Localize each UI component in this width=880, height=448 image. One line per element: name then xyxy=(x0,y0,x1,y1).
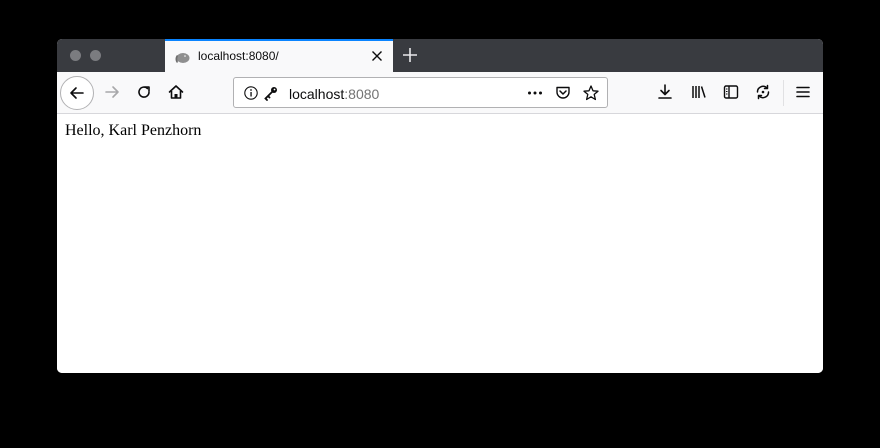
sidebar-icon xyxy=(722,83,740,101)
reload-icon xyxy=(135,83,153,101)
download-icon xyxy=(656,83,674,101)
key-icon[interactable] xyxy=(263,85,279,101)
menu-button[interactable] xyxy=(788,77,818,107)
page-content: Hello, Karl Penzhorn xyxy=(57,115,823,373)
page-actions-icon[interactable] xyxy=(526,84,544,102)
reload-button[interactable] xyxy=(129,77,159,107)
new-tab-plus-icon[interactable] xyxy=(401,46,419,64)
navigation-toolbar: localhost:8080 xyxy=(57,72,823,114)
back-button[interactable] xyxy=(60,76,94,110)
library-button[interactable] xyxy=(684,77,714,107)
window-minimize-button[interactable] xyxy=(90,50,101,61)
sync-icon xyxy=(754,83,772,101)
browser-window: localhost:8080/ localhost:8080 Hello, Ka… xyxy=(57,39,823,373)
tab-title: localhost:8080/ xyxy=(198,49,279,63)
url-text[interactable]: localhost:8080 xyxy=(289,86,379,102)
elephant-favicon-icon xyxy=(174,49,190,65)
active-tab[interactable]: localhost:8080/ xyxy=(165,39,393,72)
library-icon xyxy=(690,83,708,101)
hamburger-menu-icon xyxy=(794,83,812,101)
forward-button[interactable] xyxy=(97,77,127,107)
url-bar[interactable]: localhost:8080 xyxy=(233,77,608,108)
forward-arrow-icon xyxy=(103,83,121,101)
home-icon xyxy=(167,83,185,101)
bookmark-star-icon[interactable] xyxy=(582,84,600,102)
sync-button[interactable] xyxy=(748,77,778,107)
greeting-text: Hello, Karl Penzhorn xyxy=(65,122,202,139)
pocket-icon[interactable] xyxy=(554,84,572,102)
tab-bar: localhost:8080/ xyxy=(57,39,823,72)
sidebar-button[interactable] xyxy=(716,77,746,107)
downloads-button[interactable] xyxy=(650,77,680,107)
toolbar-separator xyxy=(783,80,784,106)
back-arrow-icon xyxy=(68,84,86,102)
close-tab-icon[interactable] xyxy=(369,48,385,64)
url-host: localhost xyxy=(289,86,345,102)
home-button[interactable] xyxy=(161,77,191,107)
window-close-button[interactable] xyxy=(70,50,81,61)
info-icon[interactable] xyxy=(243,85,259,101)
url-port: :8080 xyxy=(344,86,380,102)
